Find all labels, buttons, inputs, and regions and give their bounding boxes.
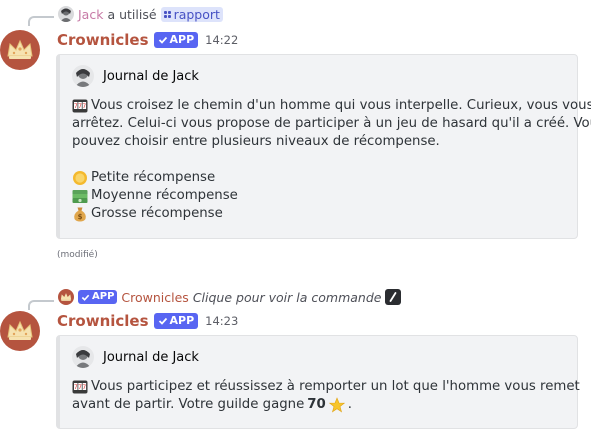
crown-icon xyxy=(7,320,33,340)
command-name: rapport xyxy=(173,6,220,22)
check-icon xyxy=(158,36,167,44)
dollar-banknote-icon xyxy=(72,188,88,204)
app-badge: APP xyxy=(153,313,199,329)
check-icon xyxy=(81,294,90,301)
reply-action: a utilisé xyxy=(107,6,157,22)
message-header: Crownicles APP 14:23 xyxy=(57,312,238,330)
embed-description: 777 Vous participez et réussissez à remp… xyxy=(72,378,580,414)
timestamp[interactable]: 14:23 xyxy=(205,314,238,328)
reply-preview-text[interactable]: Clique pour voir la commande xyxy=(193,290,382,305)
star-icon xyxy=(328,397,345,413)
reply-reference[interactable]: APP Crownicles Clique pour voir la comma… xyxy=(58,289,402,305)
guild-points-value: 70 xyxy=(307,397,326,412)
jack-avatar-icon xyxy=(72,65,94,87)
app-badge: APP xyxy=(78,290,118,304)
crown-icon xyxy=(7,39,33,59)
crownicles-avatar[interactable] xyxy=(0,30,40,70)
embed: Journal de Jack 777 Vous participez et r… xyxy=(56,335,580,429)
crownicles-avatar[interactable] xyxy=(0,311,40,351)
reply-connector xyxy=(28,300,54,310)
author-name[interactable]: Crownicles xyxy=(57,312,149,330)
slash-command-icon[interactable] xyxy=(385,289,402,305)
description-line: 777 Vous participez et réussissez à remp… xyxy=(72,379,580,395)
edited-label: (modifié) xyxy=(57,250,98,260)
embed-author: Journal de Jack xyxy=(72,65,199,87)
slot-machine-icon: 777 xyxy=(72,98,88,114)
description-line: 777 Vous croisez le chemin d'un homme qu… xyxy=(72,98,591,114)
reply-author-name[interactable]: Crownicles xyxy=(121,290,188,305)
option-medium: Moyenne récompense xyxy=(72,187,591,205)
author-name[interactable]: Crownicles xyxy=(57,31,149,49)
reply-connector xyxy=(28,16,54,26)
check-icon xyxy=(158,317,167,325)
slot-machine-icon: 777 xyxy=(72,379,88,395)
embed-author: Journal de Jack xyxy=(72,346,199,368)
coin-icon xyxy=(72,170,88,186)
svg-text:$: $ xyxy=(78,213,83,221)
message-header: Crownicles APP 14:22 xyxy=(57,31,238,49)
embed-author-name: Journal de Jack xyxy=(103,68,199,84)
jack-avatar-icon[interactable] xyxy=(58,6,74,22)
description-line: avant de partir. Votre guilde gagne 70 . xyxy=(72,397,353,413)
embed-author-name: Journal de Jack xyxy=(103,349,199,365)
svg-text:7: 7 xyxy=(82,384,86,391)
option-small: Petite récompense xyxy=(72,169,591,187)
embed: Journal de Jack 777 Vous croisez le chem… xyxy=(56,54,591,239)
reply-reference[interactable]: Jack a utilisé rapport xyxy=(58,6,223,22)
option-large: $ Grosse récompense xyxy=(72,205,591,223)
crownicles-mini-avatar-icon[interactable] xyxy=(58,289,74,305)
jack-avatar-icon xyxy=(72,346,94,368)
app-badge: APP xyxy=(153,32,199,48)
reply-username[interactable]: Jack xyxy=(78,7,103,22)
description-line: arrêtez. Celui-ci vous propose de partic… xyxy=(72,116,591,131)
description-line: pouvez choisir entre plusieurs niveaux d… xyxy=(72,134,440,149)
svg-text:7: 7 xyxy=(82,103,86,110)
command-chip[interactable]: rapport xyxy=(160,6,223,22)
embed-description: 777 Vous croisez le chemin d'un homme qu… xyxy=(72,97,591,223)
command-icon xyxy=(163,10,171,18)
money-bag-icon: $ xyxy=(72,206,88,222)
timestamp[interactable]: 14:22 xyxy=(205,33,238,47)
